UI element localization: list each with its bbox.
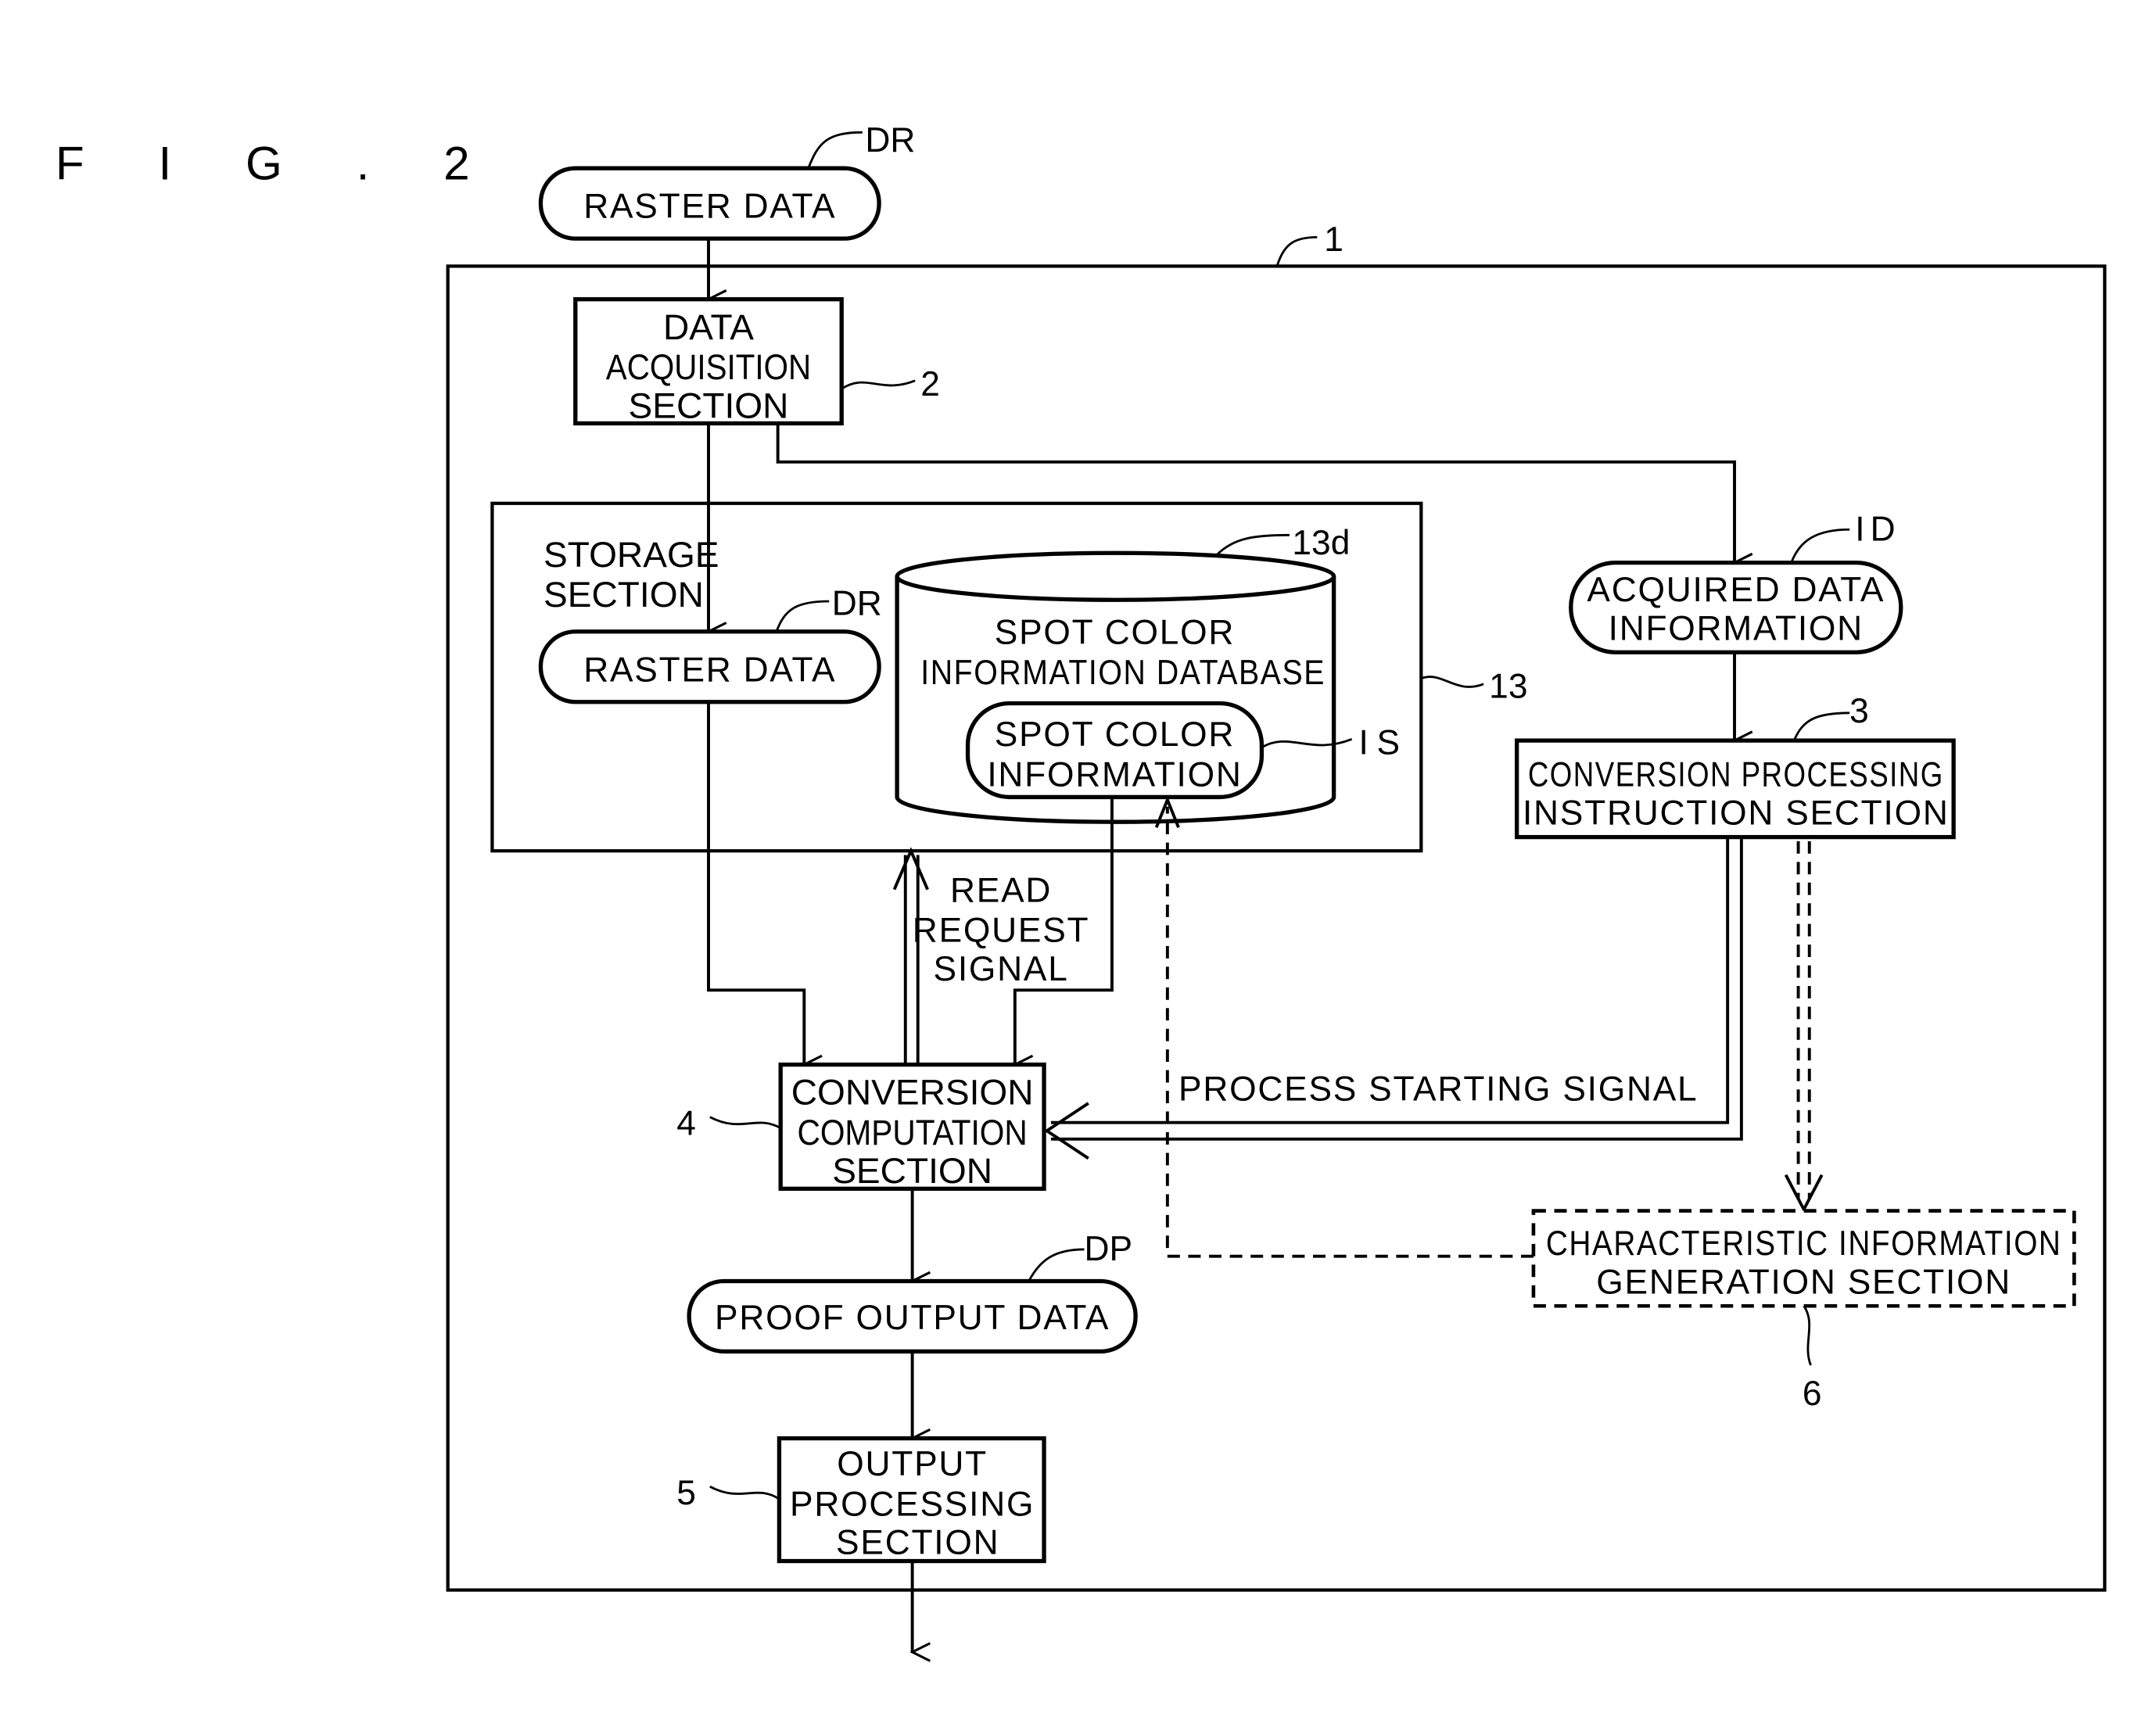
proof-output-data-label: PROOF OUTPUT DATA: [715, 1299, 1110, 1337]
conversion-processing-instruction-line-1: CONVERSION PROCESSING: [1528, 755, 1944, 794]
spot-color-database-line-1: SPOT COLOR: [995, 614, 1235, 652]
conversion-computation-line-3: SECTION: [832, 1150, 992, 1191]
read-request-arrowhead: [892, 847, 929, 891]
apparatus-ref: 1: [1324, 220, 1343, 259]
figure-label: F I G . 2: [56, 137, 500, 189]
output-processing-section: OUTPUT PROCESSING SECTION: [777, 1436, 1046, 1564]
spot-color-information-ref: IS: [1359, 724, 1408, 762]
output-processing-ref: 5: [676, 1474, 696, 1512]
arrow-stored-raster-to-computation: [707, 701, 804, 1065]
conversion-computation-section: CONVERSION COMPUTATION SECTION: [778, 1062, 1046, 1191]
storage-section-leader: [1420, 676, 1484, 688]
acquired-data-information-line-1: ACQUIRED DATA: [1587, 571, 1885, 609]
conversion-processing-instruction-leader: [1792, 712, 1850, 741]
raster-data-input-node: RASTER DATA: [538, 166, 881, 241]
apparatus-box: [446, 264, 2107, 1592]
process-starting-signal-label: PROCESS STARTING SIGNAL: [1178, 1070, 1698, 1109]
conversion-processing-instruction-line-2: INSTRUCTION SECTION: [1523, 794, 1950, 833]
data-acquisition-section: DATA ACQUISITION SECTION: [573, 297, 844, 426]
spot-color-database-leader: [1216, 533, 1290, 556]
characteristic-information-leader: [1803, 1305, 1812, 1366]
characteristic-information-ref: 6: [1803, 1375, 1822, 1413]
output-processing-line-1: OUTPUT: [837, 1445, 988, 1483]
output-processing-line-3: SECTION: [836, 1524, 999, 1562]
data-acquisition-leader: [841, 379, 916, 390]
storage-section-ref: 13: [1489, 668, 1527, 706]
read-request-line-1: READ: [950, 872, 1052, 910]
characteristic-information-line-2: GENERATION SECTION: [1596, 1263, 2011, 1301]
storage-section-line-1: STORAGE: [543, 534, 719, 575]
spot-color-information-line-2: INFORMATION: [987, 755, 1242, 794]
characteristic-information-line-1: CHARACTERISTIC INFORMATION: [1546, 1224, 2062, 1263]
conversion-processing-instruction-section: CONVERSION PROCESSING INSTRUCTION SECTIO…: [1514, 738, 1956, 840]
characteristic-to-spot-color-dashed-line: [1165, 806, 1534, 1258]
raster-data-input-label: RASTER DATA: [583, 188, 836, 226]
raster-data-input-leader: [807, 131, 863, 169]
proof-output-data-ref: DP: [1084, 1230, 1132, 1268]
output-processing-leader: [709, 1486, 780, 1500]
proof-output-data-leader: [1028, 1248, 1085, 1282]
spot-color-information-node: SPOT COLOR INFORMATION: [965, 701, 1265, 800]
conversion-computation-line-2: COMPUTATION: [797, 1112, 1027, 1153]
data-acquisition-line-1: DATA: [663, 307, 754, 347]
proof-output-data-node: PROOF OUTPUT DATA: [687, 1278, 1138, 1354]
conversion-computation-leader: [709, 1116, 781, 1129]
data-acquisition-line-3: SECTION: [629, 385, 789, 426]
raster-data-stored-leader: [775, 600, 830, 633]
acquired-data-information-line-2: INFORMATION: [1609, 609, 1864, 647]
apparatus-leader: [1275, 235, 1318, 267]
data-acquisition-line-2: ACQUISITION: [606, 346, 811, 387]
read-request-line-2: REQUEST: [913, 912, 1090, 950]
acquired-data-information-leader: [1790, 528, 1850, 564]
instruction-to-characteristic-arrowhead: [1784, 1174, 1824, 1213]
read-request-line-3: SIGNAL: [934, 950, 1069, 988]
spot-color-database-line-2: INFORMATION DATABASE: [920, 654, 1326, 692]
output-processing-line-2: PROCESSING: [790, 1485, 1035, 1523]
conversion-computation-ref: 4: [676, 1105, 696, 1143]
raster-data-stored-node: RASTER DATA: [538, 629, 881, 704]
spot-color-information-line-1: SPOT COLOR: [995, 715, 1235, 754]
acquired-data-information-node: ACQUIRED DATA INFORMATION: [1569, 560, 1903, 654]
acquired-data-information-ref: ID: [1855, 510, 1900, 548]
fig2-block-diagram: F I G . 2 RASTER DATA DR 1 DATA ACQUISIT…: [56, 121, 2107, 1710]
characteristic-information-generation-section: CHARACTERISTIC INFORMATION GENERATION SE…: [1531, 1209, 2076, 1308]
conversion-computation-line-1: CONVERSION: [791, 1072, 1034, 1113]
data-acquisition-ref: 2: [920, 365, 940, 403]
conversion-processing-instruction-ref: 3: [1849, 692, 1869, 730]
raster-data-stored-label: RASTER DATA: [583, 651, 836, 689]
raster-data-stored-ref: DR: [832, 585, 882, 623]
raster-data-input-ref: DR: [865, 121, 915, 160]
process-starting-signal-arrowhead: [1044, 1102, 1089, 1160]
spot-color-database-ref: 13d: [1292, 524, 1350, 562]
storage-section-line-2: SECTION: [543, 574, 704, 615]
arrow-acquisition-to-acquired-info: [776, 423, 1734, 562]
